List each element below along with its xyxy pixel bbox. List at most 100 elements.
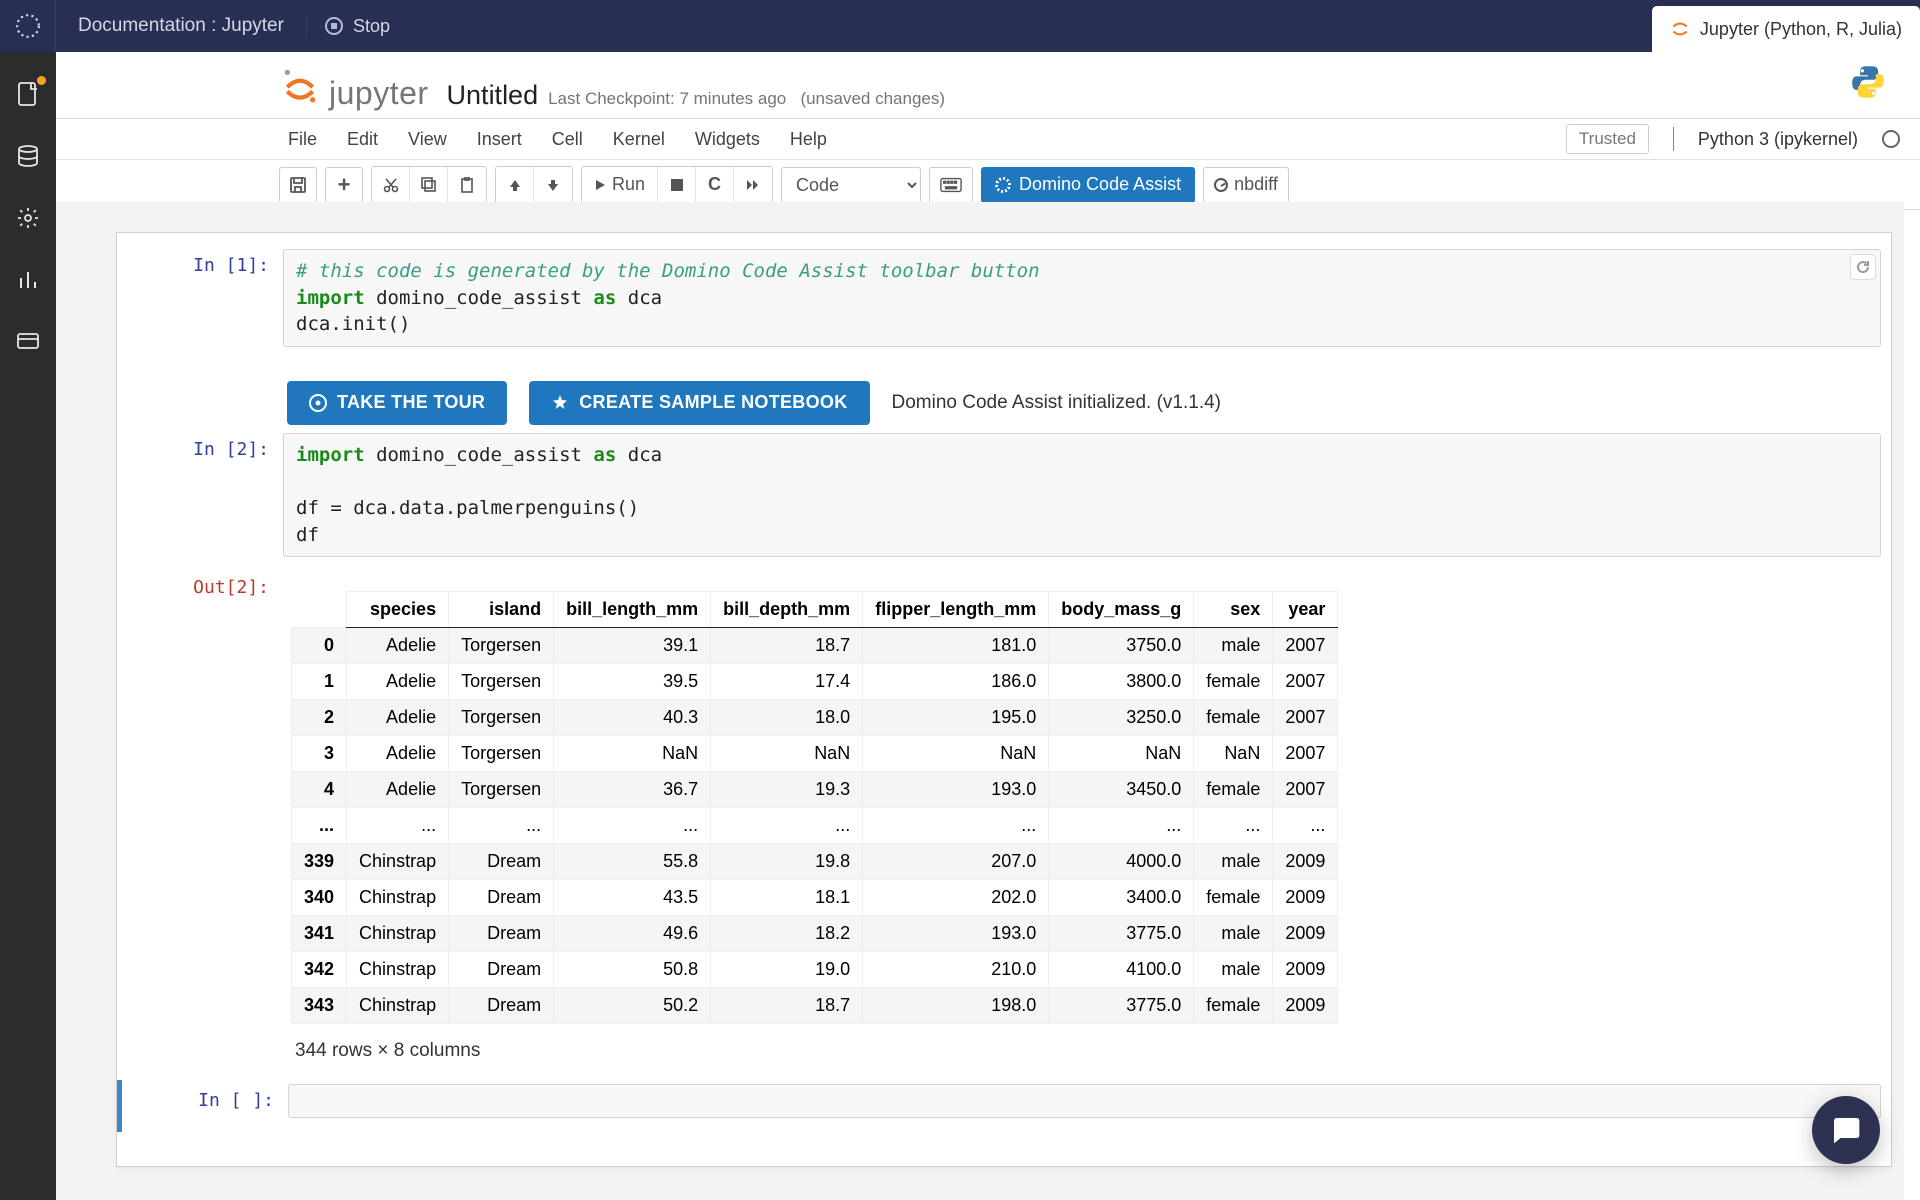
run-button[interactable]: Run — [582, 167, 658, 203]
code-input-2[interactable]: import domino_code_assist as dca df = dc… — [283, 433, 1881, 557]
kernel-status-icon[interactable] — [1882, 130, 1900, 148]
breadcrumb[interactable]: Documentation : Jupyter — [56, 15, 307, 37]
cell: 181.0 — [863, 628, 1049, 664]
kw-import: import — [296, 287, 365, 309]
cell: 40.3 — [554, 700, 711, 736]
env-tab[interactable]: Jupyter (Python, R, Julia) — [1652, 6, 1920, 52]
cell: 2009 — [1273, 844, 1338, 880]
cell: 210.0 — [863, 952, 1049, 988]
copy-button[interactable] — [410, 167, 448, 203]
restart-run-all-button[interactable] — [734, 167, 772, 203]
nbdiff-label: nbdiff — [1234, 174, 1278, 195]
cell: 198.0 — [863, 988, 1049, 1024]
cell: Adelie — [347, 736, 449, 772]
create-sample-button[interactable]: CREATE SAMPLE NOTEBOOK — [529, 381, 869, 425]
table-row: 340ChinstrapDream43.518.1202.03400.0fema… — [292, 880, 1338, 916]
domino-logo[interactable] — [0, 0, 56, 52]
cell: 3400.0 — [1049, 880, 1194, 916]
jupyter-header: jupyter Untitled Last Checkpoint: 7 minu… — [281, 52, 1920, 118]
cell-refresh-icon[interactable] — [1850, 254, 1876, 280]
notebook-title[interactable]: Untitled — [447, 80, 539, 111]
kernel-name[interactable]: Python 3 (ipykernel) — [1698, 129, 1858, 150]
python-icon — [1850, 64, 1886, 105]
cut-button[interactable] — [372, 167, 410, 203]
sidebar-item-files[interactable] — [14, 80, 42, 108]
cell: 18.7 — [711, 628, 863, 664]
cell: Chinstrap — [347, 916, 449, 952]
cell: 19.8 — [711, 844, 863, 880]
col-flipper_length_mm: flipper_length_mm — [863, 592, 1049, 628]
cell: Adelie — [347, 772, 449, 808]
trusted-badge[interactable]: Trusted — [1566, 124, 1649, 154]
add-cell-button[interactable]: + — [325, 167, 363, 203]
domino-code-assist-button[interactable]: Domino Code Assist — [981, 167, 1195, 203]
table-row: 1AdelieTorgersen39.517.4186.03800.0femal… — [292, 664, 1338, 700]
domino-code-assist-label: Domino Code Assist — [1019, 174, 1181, 195]
menu-file[interactable]: File — [288, 129, 317, 150]
cell: 2007 — [1273, 700, 1338, 736]
take-tour-button[interactable]: TAKE THE TOUR — [287, 381, 507, 425]
cell: 195.0 — [863, 700, 1049, 736]
jupyter-logo-icon — [281, 66, 319, 104]
row-index: 339 — [292, 844, 347, 880]
assist-status-text: Domino Code Assist initialized. (v1.1.4) — [892, 392, 1221, 414]
cell: female — [1194, 772, 1273, 808]
menu-edit[interactable]: Edit — [347, 129, 378, 150]
code-cell-2[interactable]: In [2]: import domino_code_assist as dca… — [117, 429, 1891, 571]
table-row: 3AdelieTorgersenNaNNaNNaNNaNNaN2007 — [292, 736, 1338, 772]
sidebar-item-settings[interactable] — [14, 204, 42, 232]
code-cell-1[interactable]: In [1]: # this code is generated by the … — [117, 245, 1891, 361]
row-index: 2 — [292, 700, 347, 736]
menu-kernel[interactable]: Kernel — [613, 129, 665, 150]
sidebar-item-data[interactable] — [14, 142, 42, 170]
celltype-select[interactable]: Code — [781, 167, 921, 203]
cell: NaN — [711, 736, 863, 772]
cell: 2009 — [1273, 916, 1338, 952]
stop-button[interactable]: Stop — [307, 16, 408, 37]
cell: 186.0 — [863, 664, 1049, 700]
code-input-3[interactable] — [288, 1084, 1881, 1118]
move-up-button[interactable] — [496, 167, 534, 203]
cell: 3750.0 — [1049, 628, 1194, 664]
cell: 18.2 — [711, 916, 863, 952]
menubar: File Edit View Insert Cell Kernel Widget… — [56, 118, 1920, 160]
restart-button[interactable]: C — [696, 167, 734, 203]
cell: ... — [1049, 808, 1194, 844]
intercom-button[interactable] — [1812, 1096, 1880, 1164]
notebook-area: In [1]: # this code is generated by the … — [56, 202, 1904, 1200]
menu-view[interactable]: View — [408, 129, 447, 150]
table-row: ........................... — [292, 808, 1338, 844]
cell: Dream — [449, 880, 554, 916]
cell: ... — [449, 808, 554, 844]
run-label: Run — [612, 174, 645, 195]
save-button[interactable] — [279, 167, 317, 203]
cell: 19.0 — [711, 952, 863, 988]
table-row: 0AdelieTorgersen39.118.7181.03750.0male2… — [292, 628, 1338, 664]
paste-button[interactable] — [448, 167, 486, 203]
menu-widgets[interactable]: Widgets — [695, 129, 760, 150]
command-palette-button[interactable] — [929, 167, 973, 203]
cell: male — [1194, 952, 1273, 988]
cell: 193.0 — [863, 772, 1049, 808]
sidebar-item-workspace[interactable] — [14, 328, 42, 356]
notebook: In [1]: # this code is generated by the … — [116, 232, 1892, 1167]
sidebar-item-reports[interactable] — [14, 266, 42, 294]
nbdiff-button[interactable]: nbdiff — [1203, 167, 1289, 203]
cell: Dream — [449, 952, 554, 988]
menu-cell[interactable]: Cell — [552, 129, 583, 150]
cell: NaN — [863, 736, 1049, 772]
menu-insert[interactable]: Insert — [477, 129, 522, 150]
row-index: 4 — [292, 772, 347, 808]
code-cell-3[interactable]: In [ ]: — [117, 1080, 1891, 1132]
cell: 2009 — [1273, 988, 1338, 1024]
cell: 50.8 — [554, 952, 711, 988]
cell: 2007 — [1273, 628, 1338, 664]
menu-help[interactable]: Help — [790, 129, 827, 150]
row-index: 3 — [292, 736, 347, 772]
cell: 55.8 — [554, 844, 711, 880]
notification-dot — [37, 76, 46, 85]
interrupt-button[interactable] — [658, 167, 696, 203]
code-input-1[interactable]: # this code is generated by the Domino C… — [283, 249, 1881, 347]
move-down-button[interactable] — [534, 167, 572, 203]
left-sidebar — [0, 52, 56, 1200]
